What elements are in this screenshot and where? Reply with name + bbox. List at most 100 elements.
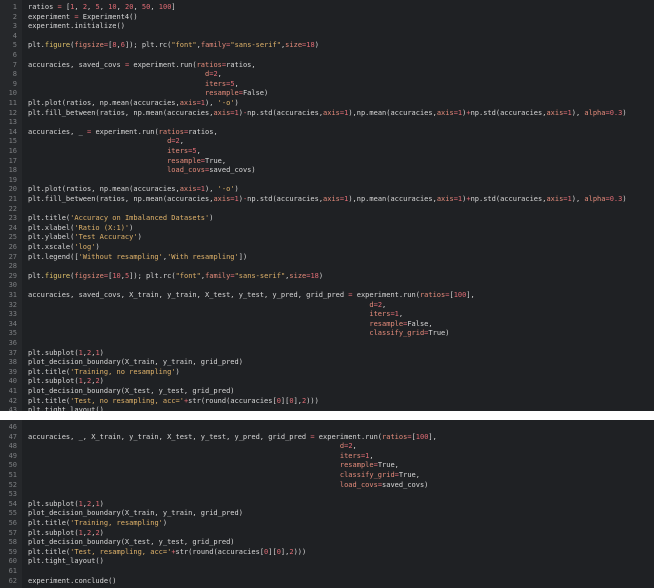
code-token: plot_decision_boundary(X_train, y_train,… [28,509,243,518]
code-text: plt.plot(ratios, np.mean(accuracies,axis… [28,185,239,195]
code-line[interactable]: 48 d=2, [0,442,654,452]
code-token: ) [234,185,239,194]
code-line[interactable]: 2 experiment = Experiment4() [0,13,654,23]
code-line[interactable]: 34 resample=False, [0,320,654,330]
code-line[interactable]: 4 [0,32,654,42]
code-line[interactable]: 52 load_covs=saved_covs) [0,481,654,491]
code-line[interactable]: 55 plot_decision_boundary(X_train, y_trai… [0,509,654,519]
code-line[interactable]: 15 d=2, [0,137,654,147]
code-text: d=2, [28,70,222,80]
line-number: 4 [12,31,17,40]
code-text: plt.title('Accuracy on Imbalanced Datase… [28,214,213,224]
code-line[interactable]: 11 plt.plot(ratios, np.mean(accuracies,ax… [0,99,654,109]
code-line[interactable]: 28 [0,262,654,272]
code-line[interactable]: 50 resample=True, [0,461,654,471]
code-line[interactable]: 54 plt.subplot(1,2,1) [0,500,654,510]
line-number: 11 [8,99,17,107]
code-line[interactable]: 35 classify_grid=True) [0,329,654,339]
code-line[interactable]: 13 [0,118,654,128]
code-line[interactable]: 59 plt.title('Test, resampling, acc='+str… [0,548,654,558]
code-line[interactable]: 29 plt.figure(figsize=[10,5]); plt.rc("fo… [0,272,654,282]
code-line[interactable]: 31 accuracies, saved_covs, X_train, y_tra… [0,291,654,301]
code-token: np.std(accuracies, [470,108,547,117]
code-line[interactable]: 19 [0,176,654,186]
code-line[interactable]: 17 resample=True, [0,157,654,167]
code-token: iters [369,310,391,319]
code-text: resample=False) [28,89,268,99]
code-token: ) [129,223,134,232]
code-token: ) [622,108,627,117]
code-line[interactable]: 61 [0,567,654,577]
code-token: ], [293,396,302,405]
code-line[interactable]: 14 accuracies, _ = experiment.run(ratios=… [0,128,654,138]
code-line[interactable]: 20 plt.plot(ratios, np.mean(accuracies,ax… [0,185,654,195]
code-text: plot_decision_boundary(X_test, y_test, g… [28,538,235,548]
code-line[interactable]: 46 [0,423,654,433]
line-number: 59 [8,547,17,556]
code-line[interactable]: 37 plt.subplot(1,2,1) [0,349,654,359]
line-number: 52 [8,480,17,489]
line-number: 18 [8,166,17,175]
code-line[interactable]: 40 plt.subplot(1,2,2) [0,377,654,387]
code-line[interactable]: 56 plt.title('Training, resampling') [0,519,654,529]
code-line[interactable]: 32 d=2, [0,301,654,311]
code-token: plt.subplot( [28,499,79,508]
code-text: experiment.initialize() [28,22,125,32]
code-line[interactable]: 30 [0,281,654,291]
code-token: iters [167,147,189,155]
code-token: ] [171,3,176,11]
code-line[interactable]: 24 plt.xlabel('Ratio (X:1)') [0,224,654,234]
code-line[interactable]: 27 plt.legend(['Without resampling','With… [0,253,654,263]
code-text: plt.title('Training, no resampling') [28,368,180,378]
code-line[interactable]: 49 iters=1, [0,452,654,462]
code-token: figure [44,271,71,280]
code-line[interactable]: 42 plt.title('Test, no resampling, acc='+… [0,397,654,407]
code-token: alpha [584,195,606,203]
code-line[interactable]: 38 plot_decision_boundary(X_train, y_trai… [0,358,654,368]
code-line[interactable]: 5 plt.figure(figsize=[8,6]); plt.rc("font… [0,41,654,51]
code-token: ))) [306,396,319,405]
code-line[interactable]: 60 plt.tight_layout() [0,557,654,567]
code-token: load_covs [167,166,206,175]
code-text: d=2, [28,301,386,311]
code-line[interactable]: 51 classify_grid=True, [0,471,654,481]
code-line[interactable]: 57 plt.subplot(1,2,2) [0,529,654,539]
code-text: plot_decision_boundary(X_train, y_train,… [28,358,243,368]
code-line[interactable]: 21 plt.fill_between(ratios, np.mean(accur… [0,195,654,205]
code-line[interactable]: 62 experiment.conclude() [0,577,654,587]
code-line[interactable]: 25 plt.ylabel('Test Accuracy') [0,233,654,243]
code-line[interactable]: 26 plt.xscale('log') [0,243,654,253]
code-token: 18 [306,41,315,50]
code-line[interactable]: 47 accuracies, _, X_train, y_train, X_tes… [0,433,654,443]
code-line[interactable]: 41 plot_decision_boundary(X_test, y_test,… [0,387,654,397]
code-line[interactable]: 53 [0,490,654,500]
code-line[interactable]: 18 load_covs=saved_covs) [0,166,654,176]
code-line[interactable]: 3 experiment.initialize() [0,22,654,32]
code-editor-panel-top[interactable]: 1 ratios = [1, 2, 5, 10, 20, 50, 100] 2 exp… [0,0,654,411]
code-line[interactable]: 33 iters=1, [0,310,654,320]
code-line[interactable]: 39 plt.title('Training, no resampling') [0,368,654,378]
code-token: 100 [453,291,467,299]
code-token: plt.tight_layout() [28,557,104,566]
code-line[interactable]: 8 d=2, [0,70,654,80]
code-line[interactable]: 7 accuracies, saved_covs = experiment.run… [0,61,654,71]
code-line[interactable]: 6 [0,51,654,61]
code-line[interactable]: 22 [0,205,654,215]
code-token: size [285,41,303,50]
code-line[interactable]: 12 plt.fill_between(ratios, np.mean(accur… [0,109,654,119]
line-number: 30 [8,281,17,290]
line-number: 38 [8,358,17,367]
code-line[interactable]: 16 iters=5, [0,147,654,157]
code-text: plt.xscale('log') [28,243,100,253]
code-line[interactable]: 23 plt.title('Accuracy on Imbalanced Data… [0,214,654,224]
code-text: plot_decision_boundary(X_test, y_test, g… [28,387,235,397]
code-token: resample [339,461,374,470]
code-line[interactable]: 1 ratios = [1, 2, 5, 10, 20, 50, 100] [0,3,654,13]
code-line[interactable]: 58 plot_decision_boundary(X_test, y_test,… [0,538,654,548]
code-line[interactable]: 10 resample=False) [0,89,654,99]
code-line[interactable]: 9 iters=5, [0,80,654,90]
code-token: resample [167,156,201,165]
code-editor-panel-bottom[interactable]: 46 47 accuracies, _, X_train, y_train, X_t… [0,420,654,588]
code-token: axis [179,185,197,194]
code-line[interactable]: 36 [0,339,654,349]
